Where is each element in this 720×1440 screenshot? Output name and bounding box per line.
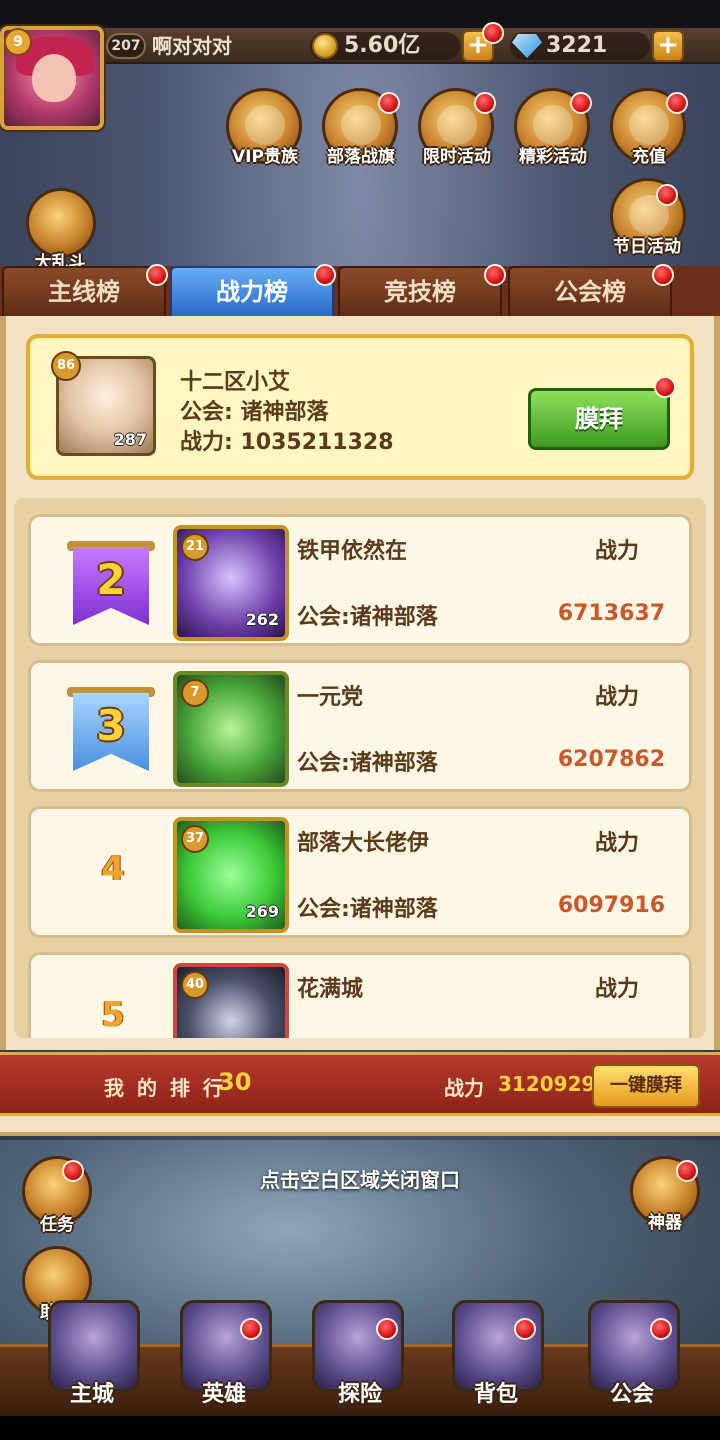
- rank-banner-blue: 3: [67, 687, 155, 773]
- tab-arena[interactable]: 竞技榜: [338, 266, 502, 316]
- nav-main-city[interactable]: 主城: [32, 1376, 152, 1408]
- notification-dot: [514, 1318, 536, 1340]
- hero-level-badge: 21: [181, 533, 209, 561]
- my-rank-value: 30: [218, 1068, 252, 1096]
- nav-backpack[interactable]: 背包: [436, 1376, 556, 1408]
- menu-recharge-label: 充值: [632, 147, 666, 167]
- power-label: 战力: [595, 977, 640, 1002]
- top-player-portrait[interactable]: 86 287: [51, 351, 156, 456]
- notification-dot: [654, 376, 676, 398]
- nav-heroes[interactable]: 英雄: [164, 1376, 284, 1408]
- rank-number: 5: [101, 995, 125, 1035]
- list-item[interactable]: 5 40 花满城 战力: [28, 952, 692, 1038]
- player-name: 铁甲依然在: [297, 539, 408, 564]
- clock-glyph: [437, 105, 477, 145]
- panel-footer: [0, 1116, 720, 1136]
- close-hint[interactable]: 点击空白区域关闭窗口: [0, 1164, 720, 1193]
- list-item[interactable]: 3 7 一元党 公会:诸神部落 战力 6207862: [28, 660, 692, 792]
- notification-dot: [482, 22, 504, 44]
- power-label: 战力: [595, 685, 640, 710]
- top-player-power: 战力: 1035211328: [180, 430, 394, 455]
- avatar-level-badge: 9: [4, 28, 32, 56]
- top-player-name: 十二区小艾: [180, 370, 291, 395]
- player-name: 啊对对对: [152, 34, 232, 58]
- nav-guild[interactable]: 公会: [572, 1376, 692, 1408]
- list-item[interactable]: 2 21 262 铁甲依然在 公会:诸神部落 战力 6713637: [28, 514, 692, 646]
- system-nav-bar: [0, 1416, 720, 1440]
- notification-dot: [570, 92, 592, 114]
- power-label: 战力: [595, 831, 640, 856]
- list-item[interactable]: 4 37 269 部落大长佬伊 公会:诸神部落 战力 6097916: [28, 806, 692, 938]
- notification-dot: [676, 1160, 698, 1182]
- brawl-label: 大乱斗: [34, 253, 86, 266]
- gem-counter: 3221: [510, 32, 650, 60]
- notification-dot: [378, 92, 400, 114]
- player-guild: 公会:诸神部落: [297, 897, 438, 922]
- notification-dot: [666, 92, 688, 114]
- player-name: 花满城: [297, 977, 364, 1002]
- avatar-face: [32, 54, 76, 102]
- hero-level-badge: 86: [51, 351, 81, 381]
- player-guild: 公会:诸神部落: [297, 751, 438, 776]
- rank-number: 2: [96, 555, 126, 604]
- rank-number: 3: [96, 701, 126, 750]
- hero-portrait[interactable]: 37 269: [173, 817, 289, 933]
- gold-amount: 5.60亿: [344, 33, 421, 58]
- notification-dot: [484, 264, 506, 286]
- diamond-glyph: [629, 105, 669, 145]
- gold-coin-icon: [312, 33, 338, 59]
- nav-explore[interactable]: 探险: [300, 1376, 420, 1408]
- notification-dot: [314, 264, 336, 286]
- rank-banner-purple: 2: [67, 541, 155, 627]
- worship-all-button[interactable]: 一键膜拜: [592, 1064, 700, 1108]
- notification-dot: [240, 1318, 262, 1340]
- notification-dot: [652, 264, 674, 286]
- top-player-guild: 公会: 诸神部落: [180, 400, 329, 425]
- crown-glyph: [245, 105, 285, 145]
- my-power-value: 3120929: [498, 1072, 596, 1096]
- tab-power[interactable]: 战力榜: [170, 266, 334, 316]
- status-bar: [0, 0, 720, 28]
- banner-glyph: [341, 105, 381, 145]
- quest-label: 任务: [40, 1215, 74, 1235]
- notification-dot: [474, 92, 496, 114]
- menu-festival-label: 节日活动: [613, 237, 681, 257]
- ranking-tabs: 主线榜 战力榜 竞技榜 公会榜: [0, 266, 720, 316]
- notification-dot: [656, 184, 678, 206]
- player-name: 一元党: [297, 685, 364, 710]
- power-label: 战力: [595, 539, 640, 564]
- notification-dot: [376, 1318, 398, 1340]
- hero-level-badge: 37: [181, 825, 209, 853]
- player-level: 207: [106, 33, 146, 59]
- hero-level-badge: 40: [181, 971, 209, 999]
- notification-dot: [146, 264, 168, 286]
- worship-button[interactable]: 膜拜: [528, 388, 670, 450]
- hero-portrait[interactable]: 7: [173, 671, 289, 787]
- add-gems-button[interactable]: +: [652, 30, 684, 62]
- hero-star-count: 287: [113, 430, 147, 449]
- hero-star-count: 269: [245, 902, 279, 921]
- ranking-list[interactable]: 2 21 262 铁甲依然在 公会:诸神部落 战力 6713637 3 7 一元…: [14, 498, 706, 1038]
- gem-icon: [512, 34, 542, 58]
- tab-guild[interactable]: 公会榜: [508, 266, 672, 316]
- power-value: 6097916: [557, 893, 665, 918]
- notification-dot: [650, 1318, 672, 1340]
- power-value: 6207862: [557, 747, 665, 772]
- player-name: 部落大长佬伊: [297, 831, 430, 856]
- tab-mainline[interactable]: 主线榜: [2, 266, 166, 316]
- gold-counter: 5.60亿: [310, 32, 460, 60]
- star-glyph: [533, 105, 573, 145]
- rank-number: 4: [101, 849, 125, 889]
- gem-amount: 3221: [546, 33, 608, 58]
- hero-level-badge: 7: [181, 679, 209, 707]
- hero-portrait[interactable]: 40: [173, 963, 289, 1038]
- my-power-label: 战力: [444, 1076, 484, 1100]
- power-value: 6713637: [557, 601, 665, 626]
- player-guild: 公会:诸神部落: [297, 605, 438, 630]
- artifact-label: 神器: [648, 1213, 682, 1233]
- my-rank-label: 我 的 排 行: [104, 1076, 226, 1100]
- hero-star-count: 262: [245, 610, 279, 629]
- hero-portrait[interactable]: 21 262: [173, 525, 289, 641]
- notification-dot: [62, 1160, 84, 1182]
